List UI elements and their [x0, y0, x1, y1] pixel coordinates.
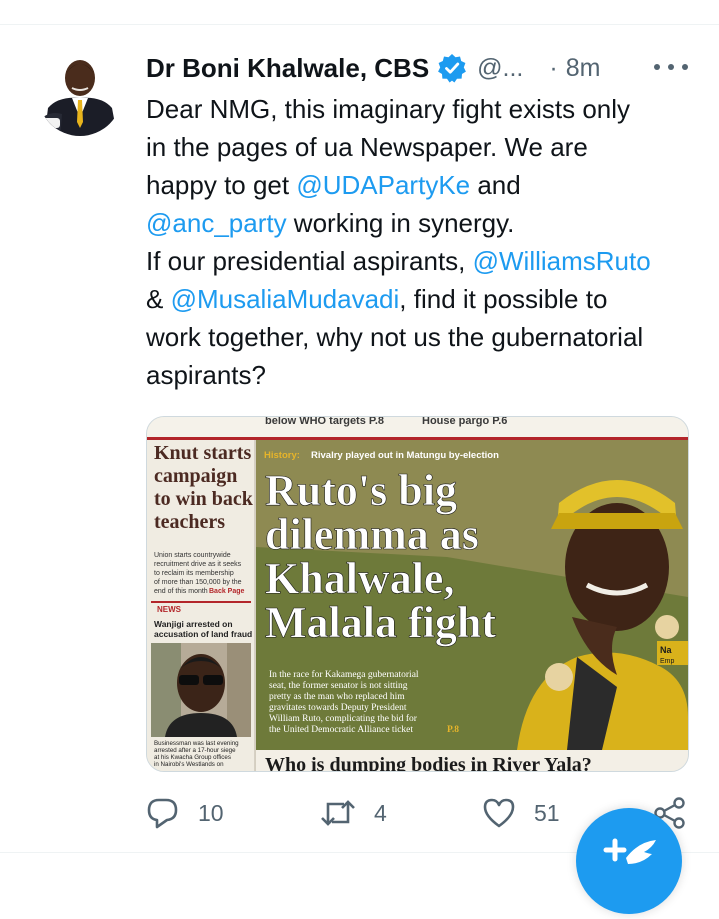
mention-link[interactable]: @anc_party	[146, 208, 287, 238]
tweet-text-line: @anc_party working in synergy.	[146, 204, 701, 242]
tweet-text-line: Dear NMG, this imaginary fight exists on…	[146, 90, 701, 128]
like-icon	[483, 798, 515, 828]
tweet-text-segment: aspirants?	[146, 360, 266, 390]
strip-left-text: below WHO targets P.8	[265, 417, 384, 427]
news-body-line: arrested after a 17-hour siege	[154, 747, 236, 754]
main-headline-line: Khalwale,	[265, 554, 454, 603]
main-body-line: William Ruto, complicating the bid for	[269, 713, 418, 724]
tweet-text-line: happy to get @UDAPartyKe and	[146, 166, 701, 204]
main-body-line: In the race for Kakamega gubernatorial	[269, 669, 419, 680]
tweet-text-segment: Dear NMG, this imaginary fight exists on…	[146, 94, 631, 124]
tweet-text-segment: happy to get	[146, 170, 297, 200]
tweet-text-line: aspirants?	[146, 356, 701, 394]
sidebar-body-line: recruitment drive as it seeks	[154, 561, 242, 568]
author-handle[interactable]: @...	[477, 54, 523, 83]
kicker-text: Rivalry played out in Matungu by-electio…	[311, 450, 499, 461]
news-headline-line: Wanjigi arrested on	[154, 619, 233, 629]
verified-badge-icon	[437, 53, 467, 83]
tweet-text-line: & @MusaliaMudavadi, find it possible to	[146, 280, 701, 318]
reply-button[interactable]: 10	[146, 790, 224, 836]
sidebar-headline-line: teachers	[154, 511, 225, 533]
sidebar-headline-line: Knut starts	[154, 442, 251, 464]
mention-link[interactable]: @MusaliaMudavadi	[171, 284, 400, 314]
reply-count: 10	[198, 799, 224, 826]
news-body-line: at his Kwacha Group offices	[154, 754, 231, 761]
like-button[interactable]: 51	[482, 790, 560, 836]
news-photo	[151, 643, 251, 737]
separator-dot: ·	[549, 53, 558, 82]
sidebar-body-line: to reclaim its membership	[154, 570, 234, 577]
main-body-line: pretty as the man who replaced him	[269, 692, 405, 702]
tweet-timestamp[interactable]: 8m	[566, 54, 601, 83]
sidebar-body-line: of more than 150,000 by the	[154, 579, 242, 586]
news-headline-line: accusation of land fraud	[154, 629, 252, 639]
tweet-text: Dear NMG, this imaginary fight exists on…	[146, 90, 701, 394]
main-headline-line: Malala fight	[265, 598, 496, 647]
sidebar-headline-line: campaign	[154, 465, 237, 487]
tweet-text-line: If our presidential aspirants, @Williams…	[146, 242, 701, 280]
tweet-header: Dr Boni Khalwale, CBS @... · 8m	[146, 48, 696, 88]
main-headline-line: dilemma as	[265, 510, 479, 559]
compose-tweet-icon	[603, 838, 656, 864]
sidebar-body-line: Union starts countrywide	[154, 552, 231, 559]
tweet-text-segment: work together, why not us the gubernator…	[146, 322, 644, 352]
retweet-button[interactable]: 4	[320, 790, 387, 836]
reply-icon	[147, 798, 178, 829]
tweet-text-segment: , find it possible to	[399, 284, 608, 314]
tweet-text-line: work together, why not us the gubernator…	[146, 318, 701, 356]
kicker-label: History:	[264, 450, 300, 461]
tweet-text-segment: in the pages of ua Newspaper. We are	[146, 132, 588, 162]
edge-tag-line: Emp	[660, 658, 675, 665]
news-body-line: Businessman was last evening	[154, 740, 239, 747]
tweet-text-segment: and	[470, 170, 521, 200]
author-name[interactable]: Dr Boni Khalwale, CBS	[146, 53, 429, 84]
main-body-line: gravitates towards Deputy President	[269, 703, 407, 713]
like-count: 51	[534, 799, 560, 826]
news-label: NEWS	[157, 605, 182, 614]
sidebar-ref: Back Page	[209, 588, 245, 595]
compose-tweet-button[interactable]	[576, 808, 682, 914]
news-body-line: in Nairobi's Westlands on	[154, 761, 224, 768]
tweet-text-segment: &	[146, 284, 171, 314]
tweet-text-segment: If our presidential aspirants,	[146, 246, 473, 276]
main-body-line: seat, the former senator is not sitting	[269, 680, 408, 691]
more-icon[interactable]	[654, 52, 688, 82]
sidebar-headline-line: to win back	[154, 488, 254, 510]
tweet-text-line: in the pages of ua Newspaper. We are	[146, 128, 701, 166]
mention-link[interactable]: @WilliamsRuto	[473, 246, 651, 276]
bottom-headline: Who is dumping bodies in River Yala?	[265, 754, 592, 771]
top-bar	[0, 0, 719, 25]
sidebar-body-line: end of this month	[154, 588, 208, 595]
main-body-line: the United Democratic Alliance ticket	[269, 725, 413, 735]
retweet-count: 4	[374, 799, 387, 826]
edge-tag-line: Na	[660, 645, 672, 655]
main-ref: P.8	[447, 725, 459, 735]
tweet-text-segment: working in synergy.	[286, 208, 515, 238]
retweet-icon	[321, 800, 355, 826]
main-headline-line: Ruto's big	[265, 466, 457, 515]
author-avatar[interactable]	[38, 48, 122, 140]
mention-link[interactable]: @UDAPartyKe	[296, 170, 470, 200]
tweet-image-newspaper[interactable]: below WHO targets P.8 House pargo P.6 Kn…	[146, 416, 689, 772]
strip-right-text: House pargo P.6	[422, 417, 507, 427]
